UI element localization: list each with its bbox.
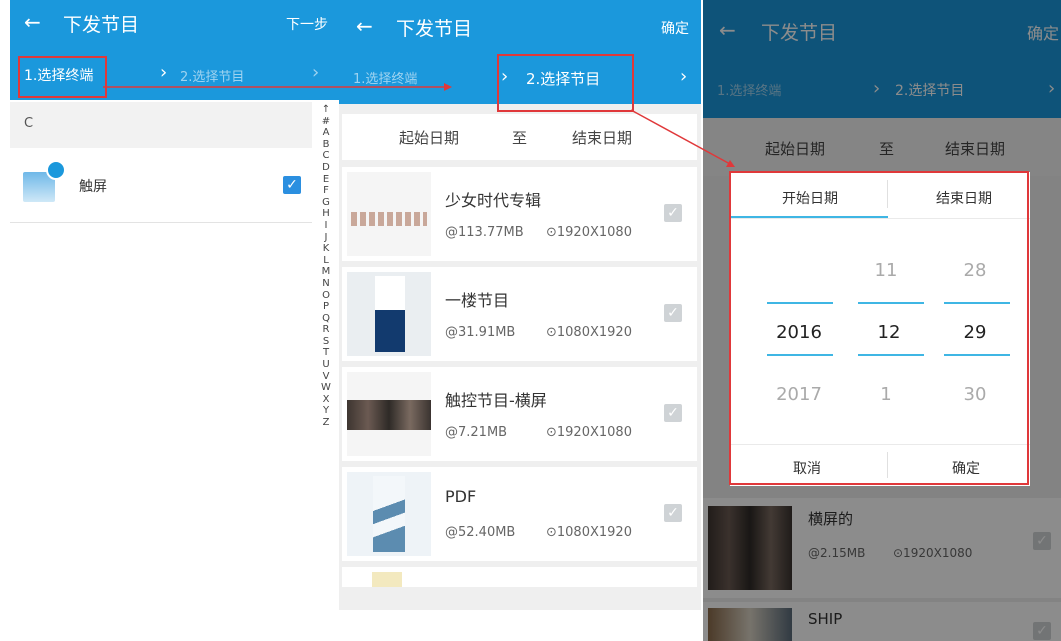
annotation-arrows: [103, 83, 735, 167]
arrow-head: [444, 83, 452, 91]
arrow-head: [726, 160, 735, 167]
arrow-line: [630, 109, 731, 165]
